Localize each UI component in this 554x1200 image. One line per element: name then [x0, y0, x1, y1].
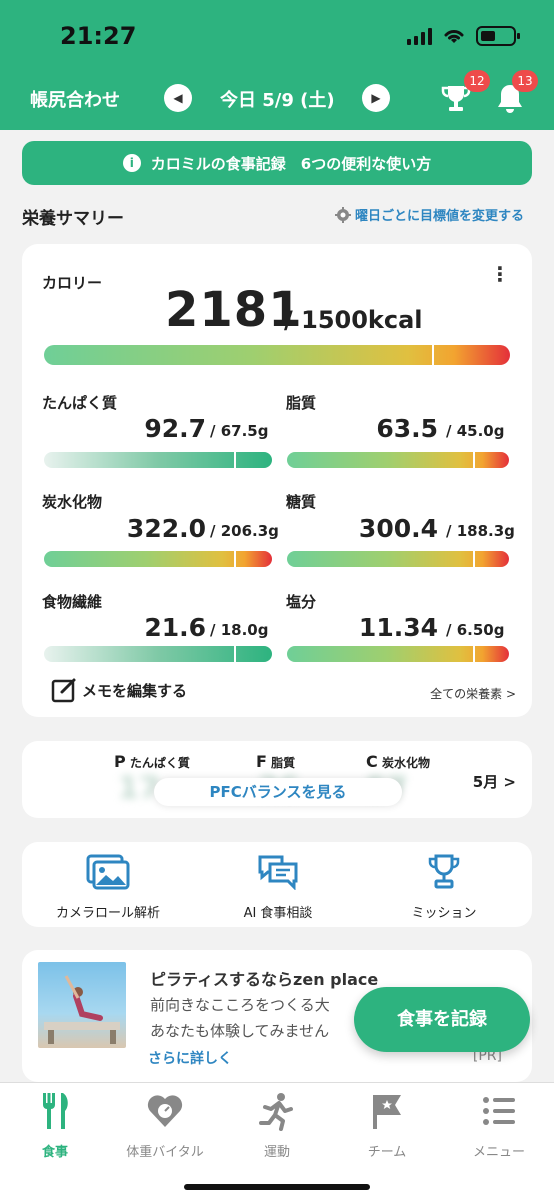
- tab-exercise-label: 運動: [263, 1145, 290, 1160]
- month-link[interactable]: 5月 >: [473, 771, 516, 792]
- list-icon: [483, 1097, 515, 1125]
- nutrient-bar-fiber: [44, 646, 272, 662]
- adjust-button[interactable]: 帳尻合わせ: [30, 86, 120, 112]
- pfc-p-label: たんぱく質: [129, 756, 190, 770]
- tab-team-label: チーム: [367, 1145, 407, 1160]
- pfc-balance-button[interactable]: PFCバランスを見る: [154, 778, 402, 806]
- ad-title: ピラティスするならzen place: [150, 970, 379, 989]
- running-icon: [259, 1093, 293, 1131]
- wifi-icon: [444, 30, 464, 43]
- ad-line-2: あなたも体験してみません: [150, 1022, 330, 1040]
- trophy-badge: 12: [464, 70, 490, 92]
- app-header: 21:27 帳尻合わせ ◀ 今日 5/9 (土) ▶ 12 13: [0, 0, 554, 130]
- nutrient-value-fat: 63.5: [376, 414, 438, 443]
- nutrition-summary-card: カロリー ⋮ 2181 / 1500kcal たんぱく質 92.7 / 67.5…: [22, 244, 532, 717]
- calorie-target-marker: [432, 345, 434, 365]
- gear-icon: [334, 206, 351, 223]
- tab-meal[interactable]: 食事: [0, 1091, 110, 1160]
- nutrient-name-fiber: 食物繊維: [42, 593, 103, 611]
- more-options-icon[interactable]: ⋮: [490, 262, 510, 286]
- mission-button[interactable]: ミッション: [374, 854, 514, 921]
- nutrient-target-sugar: / 188.3g: [446, 522, 515, 540]
- tab-bar: 食事 体重バイタル 運動 チーム メニュー: [0, 1082, 554, 1200]
- nutrient-value-protein: 92.7: [144, 414, 206, 443]
- nutrient-name-fat: 脂質: [286, 394, 317, 412]
- tools-card: カメラロール解析 AI 食事相談 ミッション: [22, 842, 532, 927]
- ai-consult-button[interactable]: AI 食事相談: [208, 854, 348, 921]
- pfc-card: P たんぱく質 F 脂質 C 炭水化物 17 26 57 PFCバランスを見る …: [22, 741, 532, 818]
- pfc-fat-header: F 脂質: [256, 752, 295, 771]
- next-day-button[interactable]: ▶: [362, 84, 390, 112]
- nutrient-value-carbs: 322.0: [126, 514, 206, 543]
- change-target-link[interactable]: 曜日ごとに目標値を変更する: [334, 205, 524, 224]
- trophy-icon: [428, 854, 460, 889]
- nutrient-value-salt: 11.34: [358, 613, 438, 642]
- section-title: 栄養サマリー: [22, 209, 124, 229]
- nutrient-value-fiber: 21.6: [144, 613, 206, 642]
- image-icon: [86, 854, 130, 890]
- nutrient-bar-salt: [287, 646, 509, 662]
- ai-consult-label: AI 食事相談: [243, 906, 313, 921]
- tab-exercise[interactable]: 運動: [222, 1091, 332, 1160]
- tab-meal-label: 食事: [41, 1145, 68, 1160]
- bell-badge: 13: [512, 70, 538, 92]
- tab-menu[interactable]: メニュー: [444, 1091, 554, 1160]
- banner-text: カロミルの食事記録 6つの便利な使い方: [150, 154, 432, 173]
- calorie-target: / 1500kcal: [284, 306, 423, 334]
- pfc-f-label: 脂質: [271, 756, 296, 770]
- signal-icon: [407, 27, 432, 45]
- tab-weight-vital[interactable]: 体重バイタル: [110, 1091, 220, 1160]
- nutrient-name-salt: 塩分: [286, 593, 317, 611]
- status-icons: [407, 26, 520, 46]
- tab-menu-label: メニュー: [472, 1145, 525, 1160]
- current-date[interactable]: 今日 5/9 (土): [220, 86, 335, 112]
- fork-knife-icon: [43, 1093, 68, 1129]
- calorie-bar: [44, 345, 510, 365]
- pfc-protein-header: P たんぱく質: [114, 752, 190, 771]
- ad-image: [38, 962, 126, 1048]
- battery-icon: [476, 26, 520, 46]
- pfc-c-label: 炭水化物: [381, 756, 430, 770]
- status-time: 21:27: [60, 22, 137, 50]
- ad-line-1: 前向きなこころをつくる大: [150, 996, 330, 1014]
- nutrient-target-salt: / 6.50g: [446, 621, 505, 639]
- calorie-value: 2181: [165, 282, 303, 338]
- nutrient-bar-sugar: [287, 551, 509, 567]
- info-icon: i: [122, 154, 141, 172]
- nutrient-name-protein: たんぱく質: [42, 394, 118, 412]
- nutrient-name-carbs: 炭水化物: [42, 493, 103, 511]
- ad-more-link[interactable]: さらに詳しく: [148, 1048, 232, 1068]
- flag-icon: [373, 1095, 401, 1129]
- edit-memo-button[interactable]: メモを編集する: [50, 676, 187, 704]
- nutrient-bar-fat: [287, 452, 509, 468]
- nutrient-bar-carbs: [44, 551, 272, 567]
- pfc-carb-header: C 炭水化物: [366, 752, 430, 771]
- nutrient-target-fat: / 45.0g: [446, 422, 505, 440]
- nutrient-target-fiber: / 18.0g: [210, 621, 269, 639]
- howto-banner[interactable]: i カロミルの食事記録 6つの便利な使い方: [22, 141, 532, 185]
- prev-day-button[interactable]: ◀: [164, 84, 192, 112]
- nutrient-name-sugar: 糖質: [286, 493, 317, 511]
- tab-team[interactable]: チーム: [332, 1091, 442, 1160]
- tab-weight-vital-label: 体重バイタル: [126, 1145, 204, 1160]
- pfc-c-letter: C: [366, 752, 378, 771]
- nutrient-bar-protein: [44, 452, 272, 468]
- nutrient-value-sugar: 300.4: [358, 514, 438, 543]
- edit-memo-label: メモを編集する: [82, 681, 188, 700]
- mission-label: ミッション: [411, 906, 477, 921]
- record-meal-button[interactable]: 食事を記録: [354, 987, 530, 1052]
- camera-roll-button[interactable]: カメラロール解析: [38, 854, 178, 921]
- nutrient-target-protein: / 67.5g: [210, 422, 269, 440]
- home-indicator: [184, 1184, 370, 1190]
- pfc-f-letter: F: [256, 752, 267, 771]
- change-target-label: 曜日ごとに目標値を変更する: [354, 209, 524, 224]
- edit-icon: [51, 678, 76, 703]
- pfc-p-letter: P: [114, 752, 126, 771]
- calorie-label: カロリー: [42, 274, 103, 292]
- all-nutrients-link[interactable]: 全ての栄養素 >: [430, 685, 516, 702]
- camera-roll-label: カメラロール解析: [55, 906, 160, 921]
- chat-icon: [258, 855, 298, 891]
- heart-scale-icon: [147, 1095, 183, 1127]
- nutrient-target-carbs: / 206.3g: [210, 522, 279, 540]
